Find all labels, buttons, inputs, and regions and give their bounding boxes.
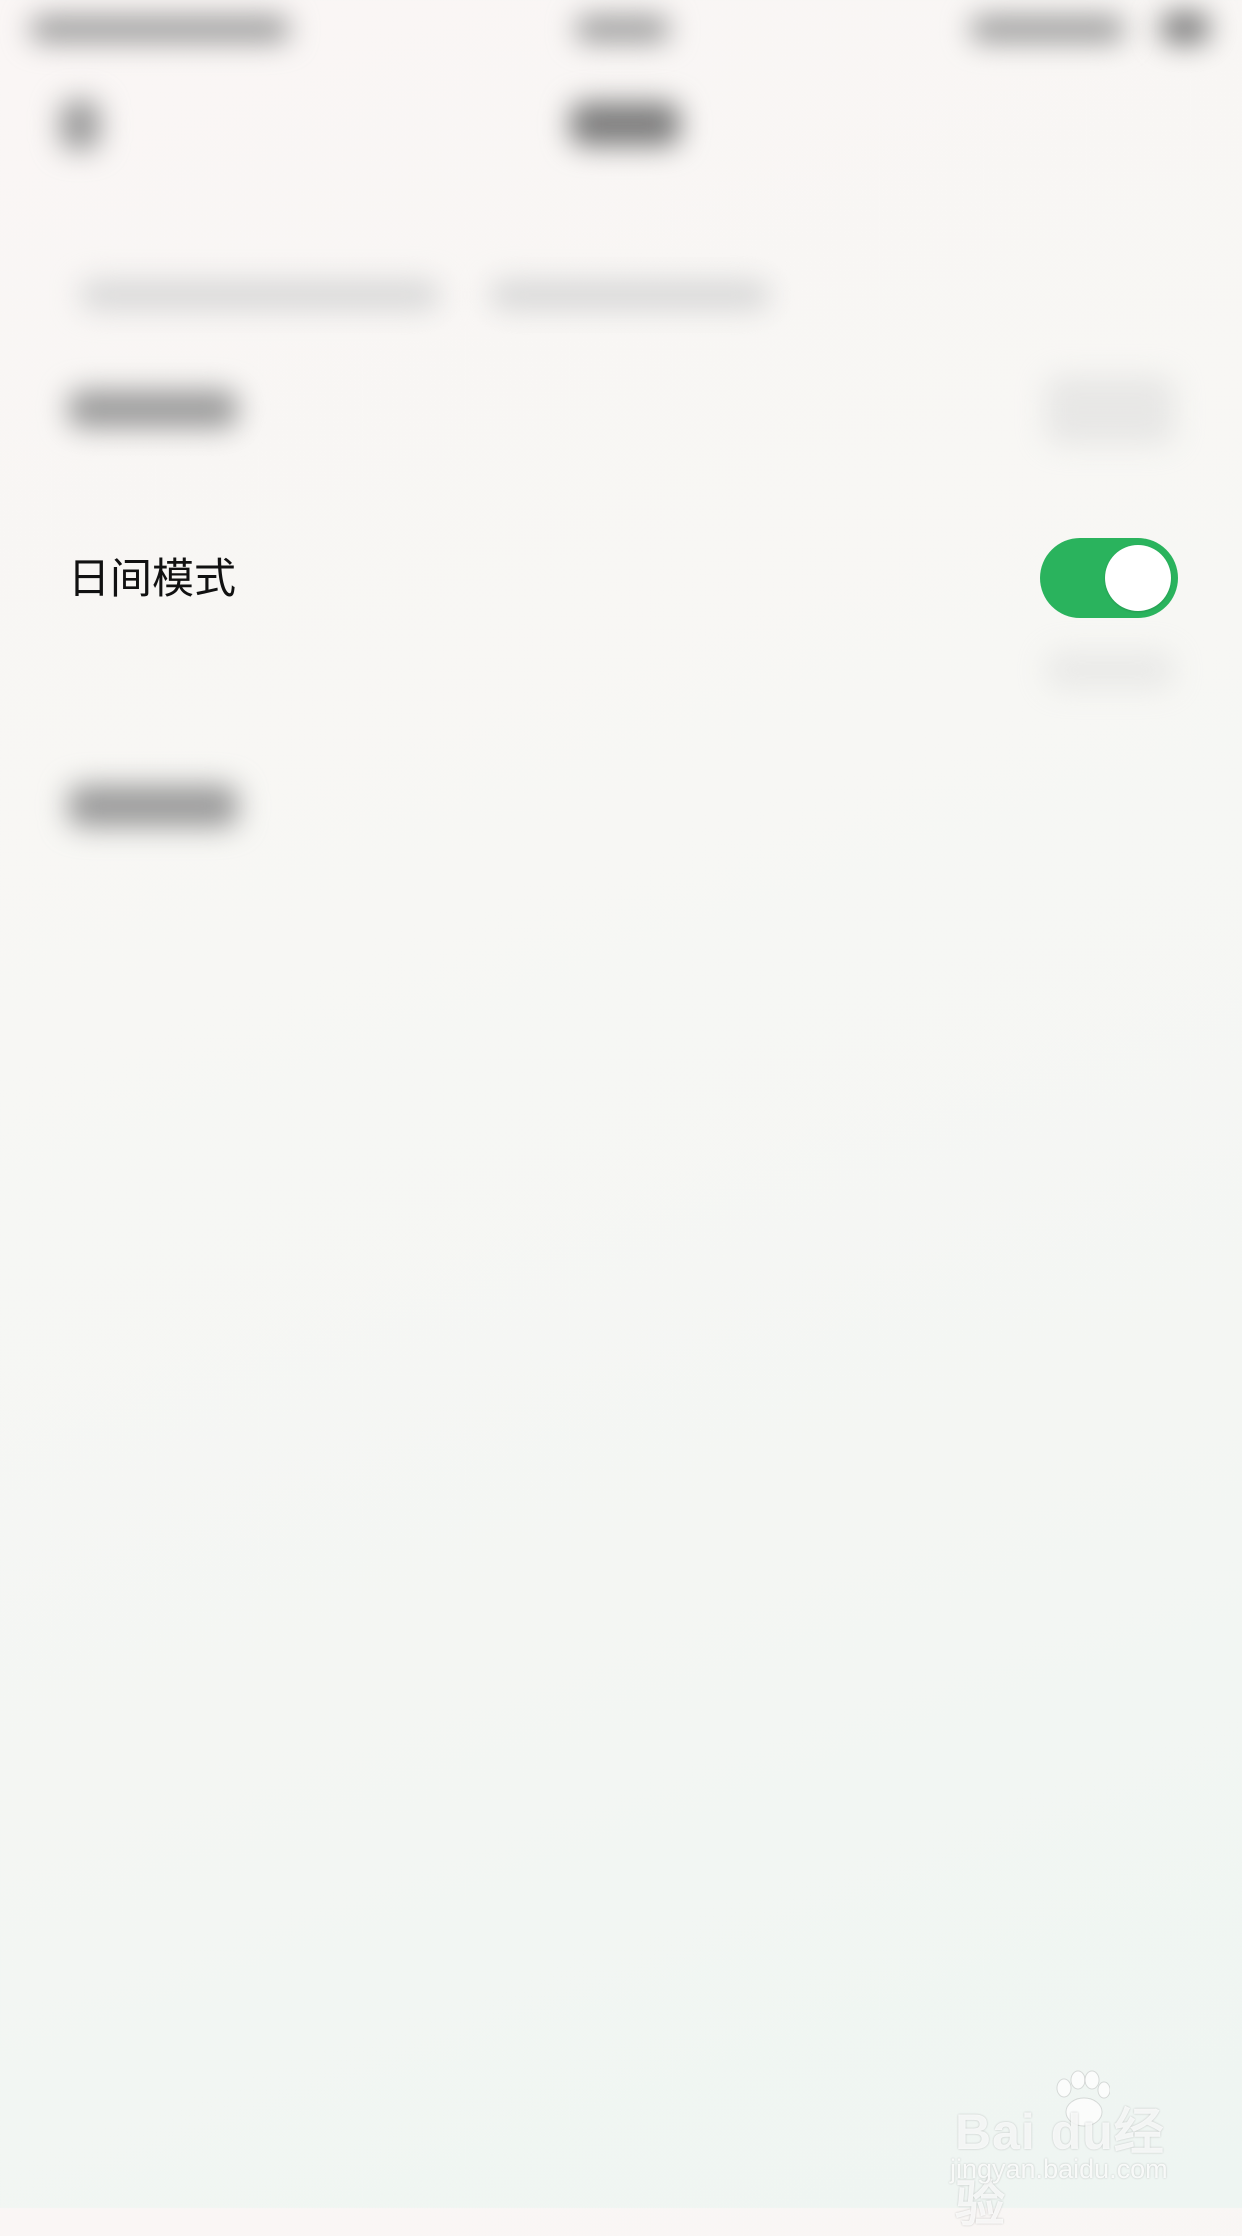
day-mode-label: 日间模式: [68, 554, 237, 603]
status-left-blob: [30, 16, 290, 42]
watermark-url: jingyan.baidu.com: [950, 2154, 1168, 2184]
blurred-description-right: [490, 280, 770, 310]
back-arrow-icon[interactable]: [60, 100, 100, 150]
battery-icon: [1160, 12, 1210, 44]
day-mode-toggle[interactable]: [1040, 538, 1178, 618]
day-mode-row[interactable]: 日间模式: [0, 520, 1242, 638]
nav-bar: [0, 60, 1242, 190]
status-right-blob: [970, 16, 1125, 42]
blurred-section-label-2: [68, 785, 238, 827]
toggle-knob: [1105, 545, 1171, 611]
status-bar: [0, 0, 1242, 60]
blurred-section-label-1: [68, 390, 238, 428]
blurred-description-left: [80, 280, 440, 310]
nav-title-blob: [570, 102, 680, 146]
baidu-watermark: Bai du经验 jingyan.baidu.com: [950, 2070, 1200, 2232]
blurred-toggle-2: [1045, 650, 1175, 690]
blurred-toggle-1: [1045, 375, 1175, 445]
status-center-blob: [575, 16, 670, 42]
